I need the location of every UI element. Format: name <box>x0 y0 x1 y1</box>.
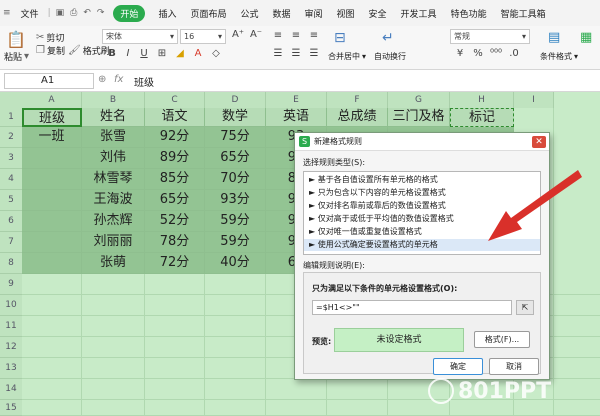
red-arrow-annotation <box>488 170 582 241</box>
watermark-logo-icon <box>428 378 454 404</box>
watermark: 801PPT <box>428 372 598 410</box>
arrow-shape <box>488 170 582 241</box>
watermark-text: 801PPT <box>458 378 552 404</box>
